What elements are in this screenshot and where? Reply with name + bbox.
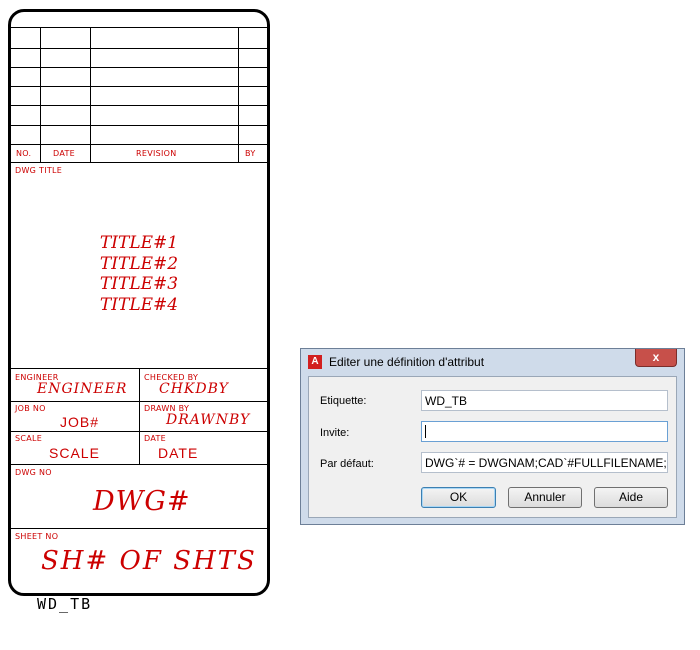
rev-col-line [238, 27, 239, 162]
rev-line [11, 67, 267, 68]
rev-col-line [40, 27, 41, 162]
rev-line [11, 27, 267, 28]
info-line [11, 464, 267, 465]
rev-line [11, 48, 267, 49]
title-line-4: TITLE#4 [99, 294, 179, 315]
info-line [11, 528, 267, 529]
defaut-field[interactable]: DWG`# = DWGNAM;CAD`#FULLFILENAME;SH [421, 452, 668, 473]
invite-field[interactable] [421, 421, 668, 442]
autocad-logo-icon: A [308, 355, 322, 369]
checked-by-value: CHKDBY [159, 381, 229, 397]
defaut-label: Par défaut: [320, 458, 374, 470]
block-name-label: WD_TB [37, 595, 93, 613]
rev-line [11, 125, 267, 126]
ok-button[interactable]: OK [421, 487, 496, 508]
dialog-body: Etiquette: WD_TB Invite: Par défaut: DWG… [308, 376, 677, 518]
rev-line [11, 144, 267, 145]
dwg-title-label: DWG TITLE [15, 166, 63, 175]
rev-date-header: DATE [53, 149, 76, 158]
title-line-1: TITLE#1 [99, 233, 179, 253]
dialog-titlebar[interactable]: A Editer une définition d'attribut x [301, 349, 684, 375]
sheet-no-label: SHEET NO [15, 532, 59, 541]
dialog-title: Editer une définition d'attribut [329, 355, 485, 369]
invite-label: Invite: [320, 427, 350, 439]
rev-col-line [90, 27, 91, 162]
engineer-value: ENGINEER [37, 381, 128, 397]
rev-line [11, 105, 267, 106]
dwg-titles: TITLE#1 TITLE#2 TITLE#3 TITLE#4 [11, 233, 267, 315]
sheet-no-value: SH# OF SHTS [41, 546, 257, 576]
etiquette-field[interactable]: WD_TB [421, 390, 668, 411]
date-label: DATE [144, 434, 167, 443]
edit-attribute-dialog: A Editer une définition d'attribut x Eti… [300, 348, 685, 525]
close-button[interactable]: x [635, 349, 677, 367]
etiquette-label: Etiquette: [320, 395, 367, 407]
rev-no-header: NO. [16, 149, 32, 158]
cancel-button[interactable]: Annuler [508, 487, 582, 508]
title-line-2: TITLE#2 [99, 253, 179, 274]
rev-revision-header: REVISION [136, 149, 177, 158]
title-line-3: TITLE#3 [99, 274, 179, 294]
rev-line [11, 86, 267, 87]
text-caret [425, 425, 426, 438]
date-value: DATE [158, 445, 199, 461]
dwg-no-label: DWG NO [15, 468, 52, 477]
help-button[interactable]: Aide [594, 487, 668, 508]
scale-value: SCALE [49, 445, 100, 461]
scale-label: SCALE [15, 434, 43, 443]
dwg-no-value: DWG# [93, 486, 191, 517]
info-col-line [139, 368, 140, 464]
job-no-value: JOB# [60, 414, 100, 430]
rev-line [11, 162, 267, 163]
rev-by-header: BY [245, 149, 256, 158]
drawn-by-value: DRAWNBY [166, 412, 251, 428]
job-no-label: JOB NO [15, 404, 46, 413]
title-block-drawing: NO. DATE REVISION BY DWG TITLE TITLE#1 T… [8, 9, 270, 596]
